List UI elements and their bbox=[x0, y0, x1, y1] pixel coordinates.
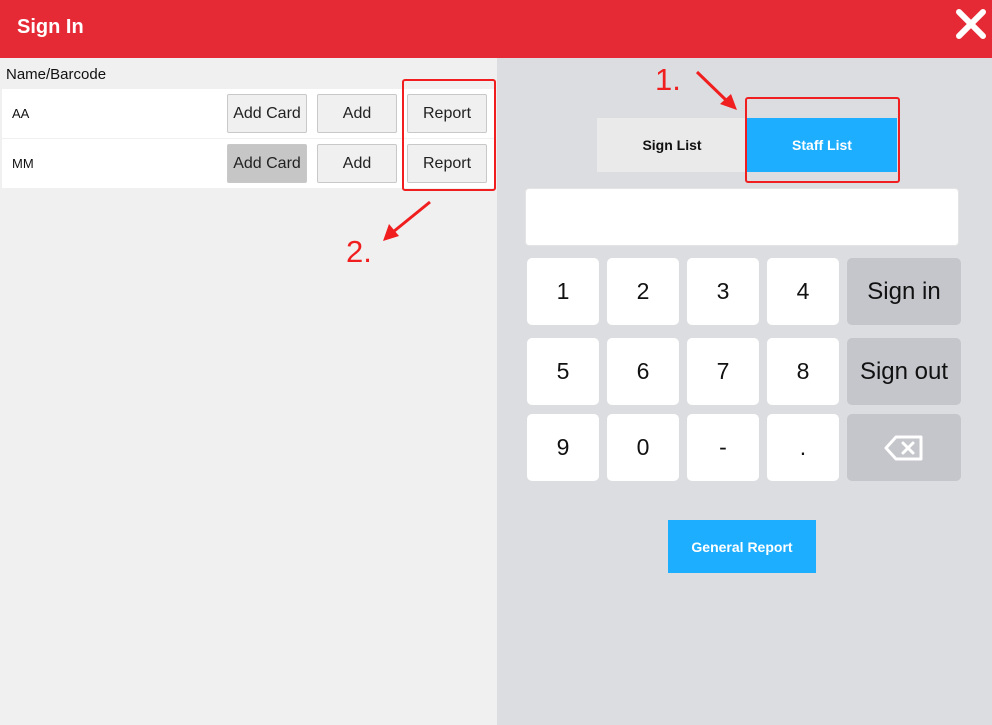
code-input[interactable] bbox=[525, 188, 959, 246]
close-icon[interactable] bbox=[955, 8, 987, 40]
annotation-box-report bbox=[402, 79, 496, 191]
title-bar bbox=[0, 0, 992, 58]
annotation-box-staff-list bbox=[745, 97, 900, 183]
tab-sign-list[interactable]: Sign List bbox=[597, 118, 747, 172]
column-header-name-barcode: Name/Barcode bbox=[6, 66, 107, 83]
key-9[interactable]: 9 bbox=[527, 414, 599, 481]
sign-in-button[interactable]: Sign in bbox=[847, 258, 961, 325]
sign-out-button[interactable]: Sign out bbox=[847, 338, 961, 405]
staff-name: MM bbox=[12, 156, 34, 171]
annotation-step-2: 2. bbox=[346, 234, 372, 269]
key-2[interactable]: 2 bbox=[607, 258, 679, 325]
add-button[interactable]: Add bbox=[317, 94, 397, 133]
add-card-button[interactable]: Add Card bbox=[227, 144, 307, 183]
add-card-button[interactable]: Add Card bbox=[227, 94, 307, 133]
add-button[interactable]: Add bbox=[317, 144, 397, 183]
key-6[interactable]: 6 bbox=[607, 338, 679, 405]
key-3[interactable]: 3 bbox=[687, 258, 759, 325]
backspace-icon bbox=[884, 435, 923, 460]
key-4[interactable]: 4 bbox=[767, 258, 839, 325]
key-8[interactable]: 8 bbox=[767, 338, 839, 405]
window-title: Sign In bbox=[17, 16, 84, 38]
general-report-button[interactable]: General Report bbox=[668, 520, 816, 573]
key-5[interactable]: 5 bbox=[527, 338, 599, 405]
key-0[interactable]: 0 bbox=[607, 414, 679, 481]
key-dash[interactable]: - bbox=[687, 414, 759, 481]
backspace-button[interactable] bbox=[847, 414, 961, 481]
annotation-step-1: 1. bbox=[655, 62, 681, 97]
staff-name: AA bbox=[12, 106, 30, 121]
key-7[interactable]: 7 bbox=[687, 338, 759, 405]
key-dot[interactable]: . bbox=[767, 414, 839, 481]
key-1[interactable]: 1 bbox=[527, 258, 599, 325]
